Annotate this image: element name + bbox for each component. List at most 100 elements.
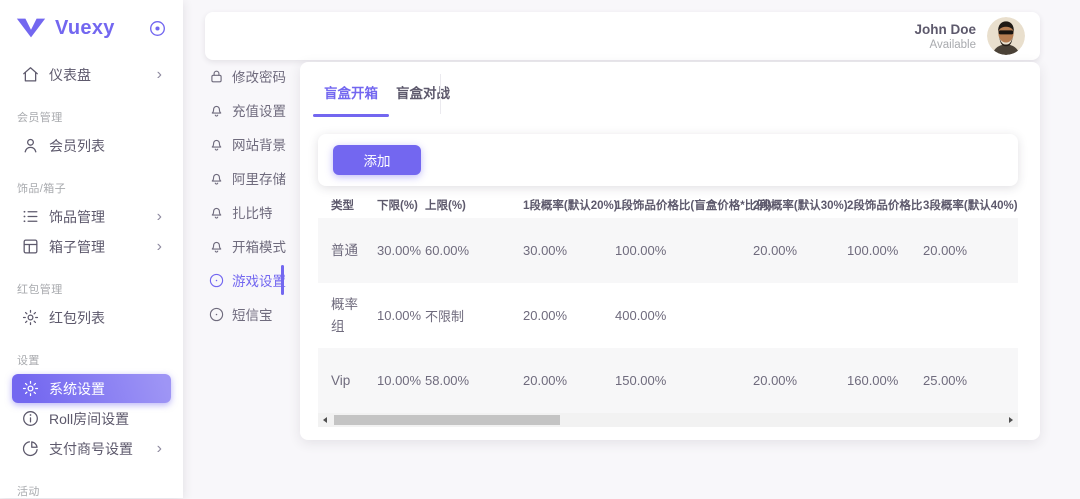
scroll-right-arrow-icon (1009, 417, 1013, 423)
grid-icon (21, 237, 40, 256)
table-column-header: 1段饰品价格比(盲盒价格*比例) (602, 197, 740, 213)
bell-icon (208, 170, 225, 187)
chevron-right-icon: › (157, 239, 162, 255)
settings-menu-item-label: 游戏设置 (232, 270, 286, 290)
settings-menu-item-label: 扎比特 (232, 202, 273, 222)
sidebar-item-label: 系统设置 (49, 379, 105, 399)
scroll-left-button[interactable] (318, 413, 332, 427)
user-status: Available (914, 39, 976, 51)
list-icon (21, 207, 40, 226)
table-cell: 60.00% (412, 243, 510, 258)
gear-icon (21, 379, 40, 398)
blindbox-settings-table: 类型下限(%)上限(%)1段概率(默认20%)1段饰品价格比(盲盒价格*比例)2… (318, 192, 1018, 413)
brand-logo-icon (16, 17, 46, 39)
table-row: 普通30.00%60.00%30.00%100.00%20.00%100.00%… (318, 218, 1018, 283)
sidebar-item-label: Roll房间设置 (49, 409, 129, 429)
sidebar-item[interactable]: 饰品管理› (12, 202, 171, 231)
table-cell: 100.00% (834, 243, 910, 258)
sidebar-item[interactable]: 箱子管理 › (12, 232, 171, 261)
game-settings-card: 盲盒开箱盲盒对战 添加 类型下限(%)上限(%)1段概率(默认20%)1段饰品价… (300, 62, 1040, 440)
add-button[interactable]: 添加 (333, 145, 421, 175)
settings-menu-item[interactable]: 开箱模式 (208, 234, 304, 258)
top-header-bar: John Doe Available (205, 12, 1040, 60)
user-menu[interactable]: John Doe Available (914, 17, 1025, 55)
info-icon (21, 409, 40, 428)
scroll-right-button[interactable] (1004, 413, 1018, 427)
settings-menu-item[interactable]: 充值设置 (208, 98, 304, 122)
user-avatar[interactable] (987, 17, 1025, 55)
sidebar-item[interactable]: 会员列表 (12, 131, 171, 160)
disc-icon (208, 306, 225, 323)
sidebar-item-label: 支付商号设置 (49, 439, 133, 459)
table-row: Vip10.00%58.00%20.00%150.00%20.00%160.00… (318, 348, 1018, 413)
sidebar-item-label: 箱子管理 (49, 237, 105, 257)
table-row: 概率组10.00%不限制20.00%400.00% (318, 283, 1018, 348)
settings-menu-item-label: 阿里存储 (232, 168, 286, 188)
bell-icon (208, 204, 225, 221)
scrollbar-thumb[interactable] (334, 415, 560, 425)
lock-icon (208, 68, 225, 85)
table-cell: 150.00% (602, 373, 740, 388)
menu-pin-toggle-icon[interactable] (148, 19, 167, 38)
table-cell: 不限制 (412, 306, 510, 325)
sidebar-item[interactable]: 仪表盘› (12, 60, 171, 89)
table-cell: 400.00% (602, 308, 740, 323)
tab-盲盒对战[interactable]: 盲盒对战 (394, 76, 452, 108)
table-cell: 30.00% (364, 243, 412, 258)
table-body: 普通30.00%60.00%30.00%100.00%20.00%100.00%… (318, 218, 1018, 413)
sidebar-item[interactable]: 支付商号设置 › (12, 434, 171, 463)
table-cell: 30.00% (510, 243, 602, 258)
table-cell: 10.00% (364, 373, 412, 388)
table-cell: 20.00% (910, 243, 1018, 258)
table-column-header: 下限(%) (364, 197, 412, 213)
table-column-header: 2段饰品价格比 (834, 197, 910, 213)
table-column-header: 上限(%) (412, 197, 510, 213)
table-cell: 20.00% (510, 308, 602, 323)
settings-menu-item-label: 开箱模式 (232, 236, 286, 256)
settings-menu-item[interactable]: 阿里存储 (208, 166, 304, 190)
sidebar-item-label: 仪表盘 (49, 65, 91, 85)
chevron-right-icon: › (157, 441, 162, 457)
pie-icon (21, 439, 40, 458)
table-toolbar: 添加 (318, 134, 1018, 186)
sidebar-section-label: 会员管理 (17, 109, 183, 125)
table-cell: 10.00% (364, 308, 412, 323)
table-cell: 20.00% (510, 373, 602, 388)
settings-submenu: 修改密码充值设置网站背景阿里存储扎比特开箱模式游戏设置短信宝 (208, 64, 304, 336)
sidebar-item[interactable]: 红包列表 (12, 303, 171, 332)
bell-icon (208, 102, 225, 119)
table-column-header: 3段概率(默认40%) (910, 197, 1018, 213)
settings-menu-item[interactable]: 短信宝 (208, 302, 304, 326)
sidebar-section-label: 活动 (17, 483, 183, 499)
table-cell: 25.00% (910, 373, 1018, 388)
brand-name: Vuexy (55, 17, 115, 40)
sidebar-item[interactable]: Roll房间设置 (12, 404, 171, 433)
sidebar-item-label: 会员列表 (49, 136, 105, 156)
user-text: John Doe Available (914, 22, 976, 51)
user-name: John Doe (914, 22, 976, 37)
settings-menu-item-label: 充值设置 (232, 100, 286, 120)
settings-menu-item[interactable]: 游戏设置 (208, 268, 304, 292)
tab-盲盒开箱[interactable]: 盲盒开箱 (322, 76, 380, 108)
table-cell: Vip (318, 370, 364, 392)
settings-menu-item[interactable]: 扎比特 (208, 200, 304, 224)
table-cell: 20.00% (740, 243, 834, 258)
settings-menu-item-label: 修改密码 (232, 66, 286, 86)
tabs-bar: 盲盒开箱盲盒对战 (300, 62, 1040, 108)
table-cell: 58.00% (412, 373, 510, 388)
horizontal-scrollbar[interactable] (318, 413, 1018, 427)
bell-icon (208, 136, 225, 153)
chevron-right-icon: › (157, 209, 162, 225)
table-column-header: 类型 (318, 197, 364, 213)
sidebar-item-label: 红包列表 (49, 308, 105, 328)
scroll-left-arrow-icon (323, 417, 327, 423)
user-icon (21, 136, 40, 155)
table-cell: 100.00% (602, 243, 740, 258)
sidebar-item[interactable]: 系统设置 (12, 374, 171, 403)
sidebar-section-label: 红包管理 (17, 281, 183, 297)
sidebar-menu: 仪表盘›会员管理会员列表饰品/箱子饰品管理›箱子管理›红包管理红包列表设置系统设… (0, 56, 183, 499)
sidebar-section-label: 设置 (17, 352, 183, 368)
table-cell: 20.00% (740, 373, 834, 388)
settings-menu-item[interactable]: 修改密码 (208, 64, 304, 88)
settings-menu-item[interactable]: 网站背景 (208, 132, 304, 156)
